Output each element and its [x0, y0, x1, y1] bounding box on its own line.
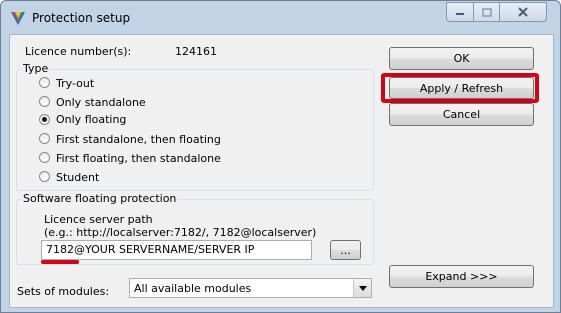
server-path-example: (e.g.: http://localserver:7182/, 7182@lo…: [44, 226, 317, 239]
radio-label-only-standalone[interactable]: Only standalone: [56, 96, 146, 109]
maximize-icon: [474, 3, 499, 21]
ok-button-label: OK: [453, 52, 470, 65]
apply-refresh-button-label: Apply / Refresh: [419, 81, 504, 95]
floating-protection-group: Software floating protection Licence ser…: [16, 192, 374, 265]
app-logo-icon: [11, 12, 25, 25]
window-title: Protection setup: [32, 11, 131, 25]
apply-refresh-button[interactable]: Apply / Refresh: [389, 77, 534, 99]
radio-label-floating-then-standalone[interactable]: First floating, then standalone: [56, 152, 221, 165]
radio-label-student[interactable]: Student: [56, 171, 99, 184]
browse-button[interactable]: ...: [330, 240, 361, 260]
server-path-input[interactable]: 7182@YOUR SERVERNAME/SERVER IP: [41, 240, 312, 260]
close-icon: [500, 3, 546, 21]
cancel-button-label: Cancel: [442, 108, 481, 121]
radio-floating-then-standalone[interactable]: [39, 152, 50, 163]
radio-selected-dot: [42, 117, 47, 122]
ok-button[interactable]: OK: [389, 47, 534, 70]
close-button[interactable]: [499, 2, 547, 22]
browse-button-label: ...: [340, 243, 351, 257]
radio-standalone-then-floating[interactable]: [39, 133, 50, 144]
licence-number-value: 124161: [175, 45, 217, 58]
title-bar[interactable]: Protection setup: [1, 1, 560, 33]
annotation-underline: [41, 260, 79, 264]
radio-label-only-floating[interactable]: Only floating: [56, 113, 126, 126]
server-path-label: Licence server path: [44, 213, 153, 226]
type-group: Type Try-out Only standalone Only floati…: [16, 62, 374, 191]
expand-button-label: Expand >>>: [425, 270, 498, 283]
minimize-icon: [447, 3, 473, 21]
expand-button[interactable]: Expand >>>: [389, 265, 534, 288]
modules-selected-value: All available modules: [134, 282, 252, 295]
radio-label-try-out[interactable]: Try-out: [56, 77, 94, 90]
radio-student[interactable]: [39, 171, 50, 182]
floating-group-title: Software floating protection: [21, 192, 179, 205]
dialog-client-area: Licence number(s): 124161 Type Try-out O…: [9, 34, 554, 308]
protection-setup-window: Protection setup Licence number(s): 1241…: [0, 0, 561, 313]
radio-label-standalone-then-floating[interactable]: First standalone, then floating: [56, 133, 221, 146]
modules-label: Sets of modules:: [17, 285, 110, 298]
cancel-button[interactable]: Cancel: [389, 103, 534, 126]
radio-only-standalone[interactable]: [39, 96, 50, 107]
radio-only-floating[interactable]: [39, 114, 50, 125]
radio-try-out[interactable]: [39, 77, 50, 88]
minimize-button[interactable]: [446, 2, 474, 22]
licence-number-label: Licence number(s):: [25, 45, 132, 58]
maximize-button[interactable]: [473, 2, 500, 22]
chevron-down-icon[interactable]: [353, 279, 371, 297]
server-path-value: 7182@YOUR SERVERNAME/SERVER IP: [46, 243, 255, 256]
modules-dropdown[interactable]: All available modules: [129, 278, 372, 298]
type-group-title: Type: [21, 62, 51, 75]
